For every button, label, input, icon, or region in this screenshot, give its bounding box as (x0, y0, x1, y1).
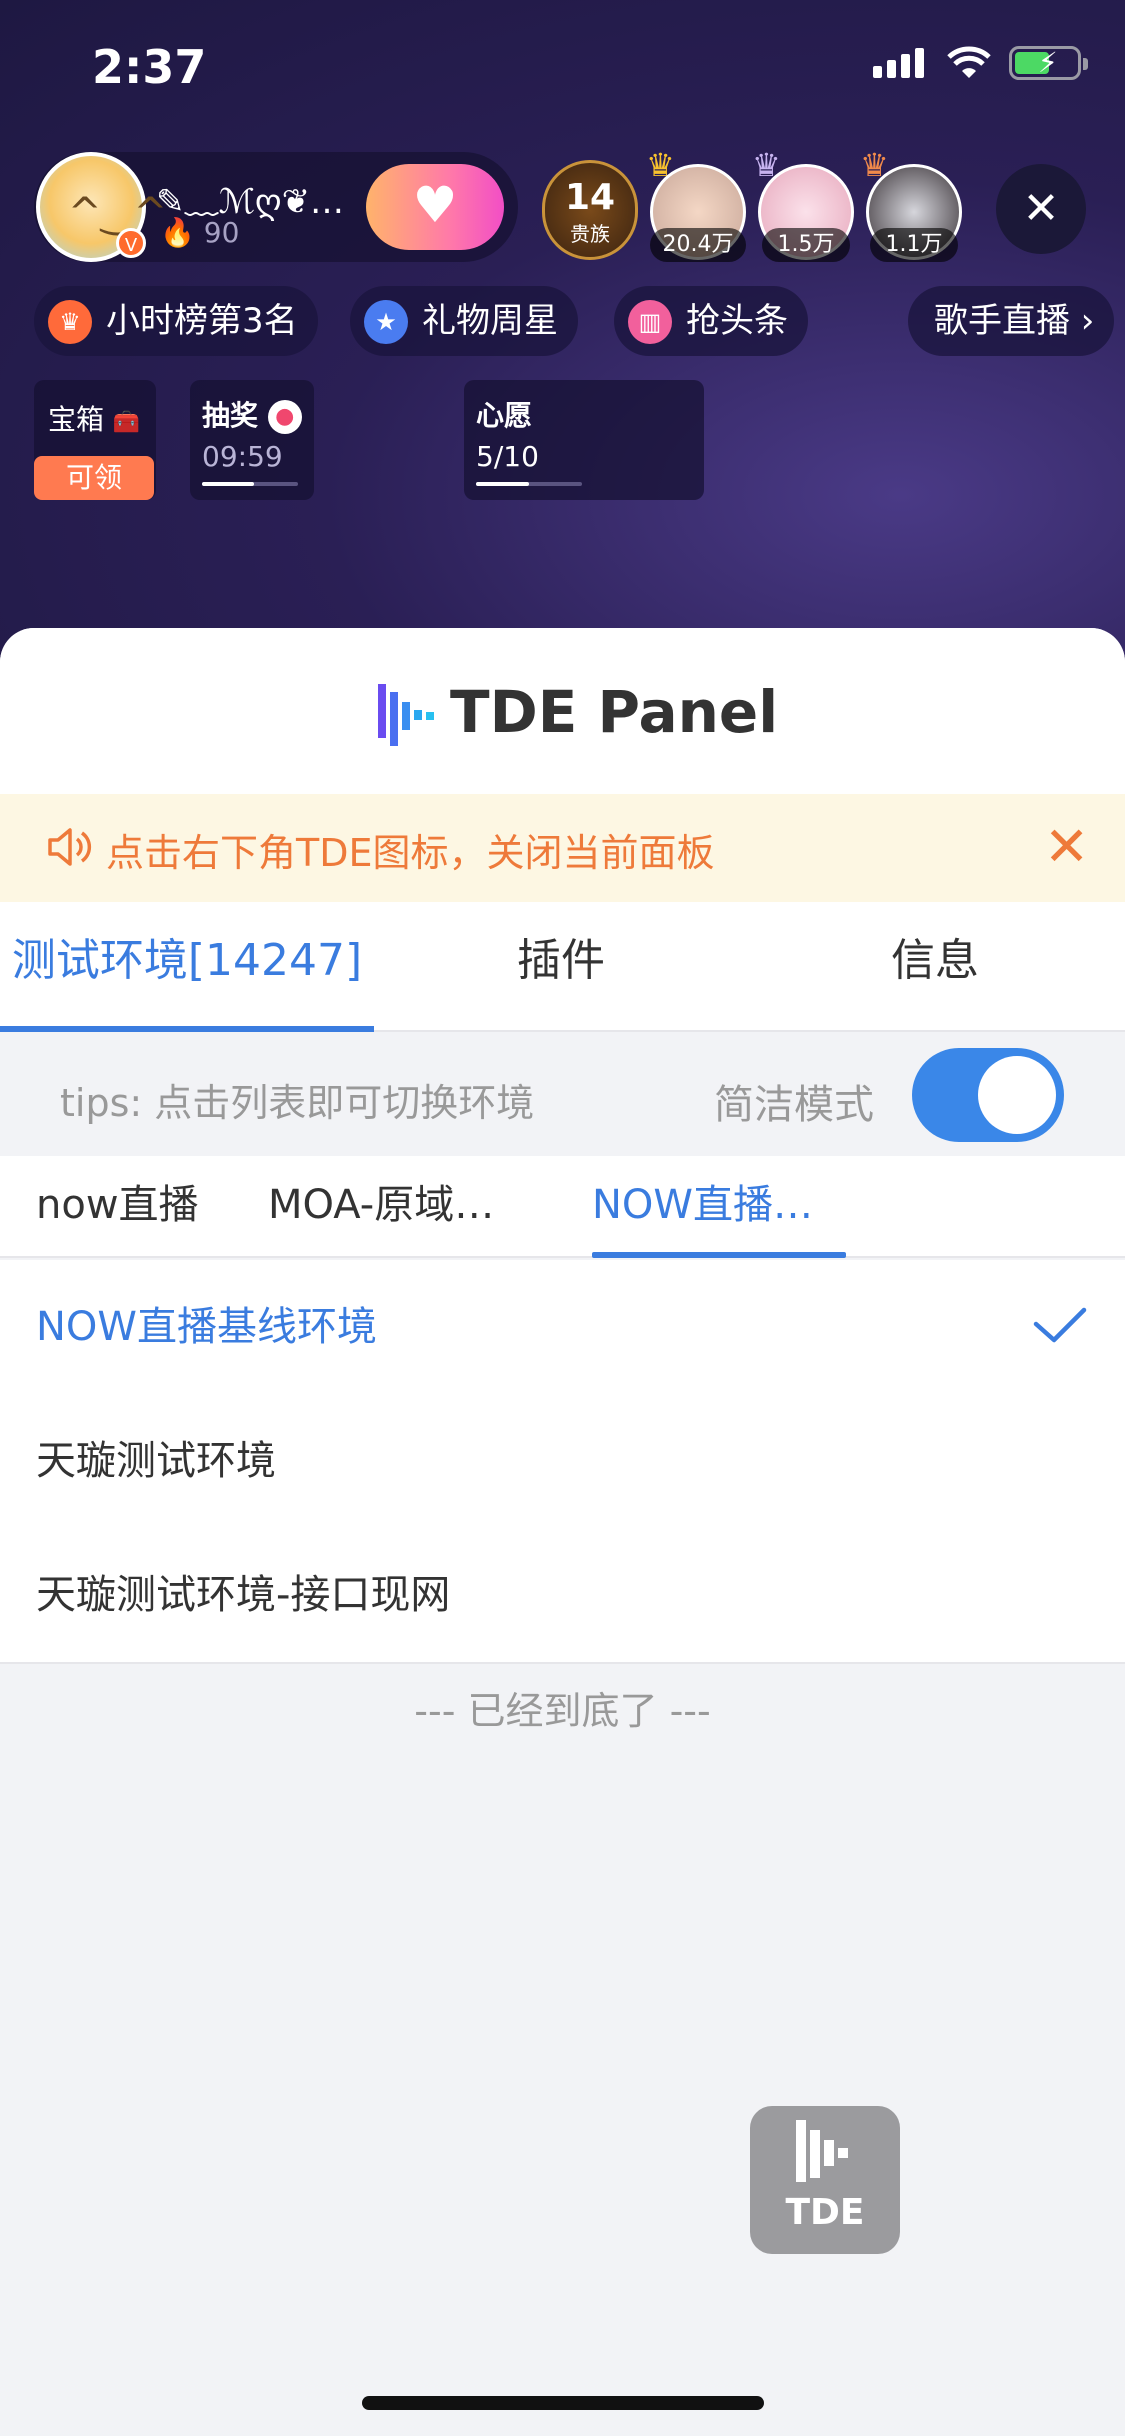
notice-close-button[interactable]: ✕ (1044, 812, 1089, 882)
crown-icon: ♛ (48, 300, 92, 344)
close-room-button[interactable]: ✕ (996, 164, 1086, 254)
noble-count: 14 (564, 177, 616, 218)
wish-title: 心愿 (476, 399, 533, 432)
tab-plugins[interactable]: 插件 (374, 902, 748, 1032)
tab-info[interactable]: 信息 (748, 902, 1122, 1032)
treasure-chest-icon: 🧰 (112, 410, 141, 435)
subtab-now-live-2[interactable]: NOW直播… (592, 1156, 813, 1258)
tde-float-label: TDE (785, 2192, 865, 2233)
noble-count-badge[interactable]: 14 贵族 (542, 160, 638, 260)
follow-button[interactable]: ♥ (366, 164, 504, 250)
lottery-icon: ● (267, 400, 302, 434)
close-icon: ✕ (1022, 183, 1060, 234)
viewer-2-contribution: 1.5万 (762, 228, 850, 262)
wish-progress-bar (476, 482, 582, 486)
flame-icon: 🔥 (160, 216, 195, 249)
simple-mode-label: 简洁模式 (714, 1082, 874, 1128)
subtab-moa[interactable]: MOA-原域… (268, 1156, 494, 1258)
tde-logo-icon (378, 684, 434, 746)
wish-widget[interactable]: 心愿 5/10 (464, 380, 704, 500)
env-item-tianxuan-live-api[interactable]: 天璇测试环境-接口现网 (36, 1528, 450, 1662)
gift-star-label: 礼物周星 (422, 301, 558, 341)
list-end-note: --- 已经到底了 --- (414, 1689, 711, 1733)
toggle-knob (978, 1056, 1056, 1134)
close-icon: ✕ (1044, 815, 1090, 878)
tab-test-env[interactable]: 测试环境[14247] (0, 902, 374, 1032)
signal-icon (873, 48, 929, 78)
viewer-3-contribution: 1.1万 (870, 228, 958, 262)
headline-label: 抢头条 (686, 301, 788, 341)
treasure-title-text: 宝箱 (48, 403, 105, 436)
status-time: 2:37 (92, 40, 207, 94)
headline-chip[interactable]: ▥ 抢头条 (614, 286, 808, 356)
treasure-title: 宝箱 🧰 (48, 398, 140, 438)
wish-progress: 5/10 (476, 440, 539, 473)
gift-star-chip[interactable]: ★ 礼物周星 (350, 286, 578, 356)
lottery-widget[interactable]: 抽奖 ● 09:59 (190, 380, 314, 500)
viewer-1-contribution: 20.4万 (650, 228, 746, 262)
env-item-tianxuan[interactable]: 天璇测试环境 (36, 1394, 276, 1528)
env-list: NOW直播基线环境 天璇测试环境 天璇测试环境-接口现网 (0, 1260, 1125, 1664)
simple-mode-toggle[interactable] (912, 1048, 1064, 1142)
panel-tabs: 测试环境[14247] 插件 信息 (0, 902, 1125, 1032)
status-icons: ⚡ (873, 46, 1088, 80)
headline-icon: ▥ (628, 300, 672, 344)
lottery-title: 抽奖 ● (202, 394, 302, 434)
notice-bar: 点击右下角TDE图标，关闭当前面板 ✕ (0, 794, 1125, 902)
tde-float-logo-icon (796, 2120, 848, 2182)
checkmark-icon (1033, 1307, 1087, 1343)
star-icon: ★ (364, 300, 408, 344)
hour-rank-chip[interactable]: ♛ 小时榜第3名 (34, 286, 318, 356)
noble-label: 贵族 (570, 222, 610, 246)
env-item-baseline[interactable]: NOW直播基线环境 (36, 1260, 377, 1394)
treasure-claim-button[interactable]: 可领 (34, 456, 154, 500)
env-group-tabs: now直播 MOA-原域… NOW直播… (0, 1156, 1125, 1258)
heart-plus-icon: ♥ (412, 176, 458, 234)
treasure-widget[interactable]: 宝箱 🧰 可领 (34, 380, 156, 500)
panel-header: TDE Panel (0, 628, 1125, 794)
hour-rank-label: 小时榜第3名 (106, 301, 298, 341)
subtab-now-live[interactable]: now直播 (36, 1156, 199, 1258)
lottery-title-text: 抽奖 (202, 399, 259, 432)
tips-text: tips: 点击列表即可切换环境 (60, 1081, 535, 1125)
notice-text: 点击右下角TDE图标，关闭当前面板 (106, 831, 715, 875)
home-indicator[interactable] (362, 2396, 764, 2410)
tde-panel: TDE Panel 点击右下角TDE图标，关闭当前面板 ✕ 测试环境[14247… (0, 628, 1125, 2436)
lottery-progress-bar (202, 482, 298, 486)
lottery-countdown: 09:59 (202, 440, 283, 473)
host-heat-value: 90 (203, 216, 240, 249)
subtab-active-indicator (592, 1252, 846, 1258)
speaker-icon (48, 828, 92, 866)
singer-live-label: 歌手直播 › (934, 301, 1095, 341)
battery-icon: ⚡ (1009, 46, 1088, 80)
host-heat: 🔥 90 (160, 216, 239, 249)
wifi-icon (947, 46, 991, 78)
panel-title: TDE Panel (450, 678, 779, 746)
tde-float-button[interactable]: TDE (750, 2106, 900, 2254)
singer-live-chip[interactable]: 歌手直播 › (908, 286, 1115, 356)
verified-badge-icon: V (116, 228, 146, 258)
